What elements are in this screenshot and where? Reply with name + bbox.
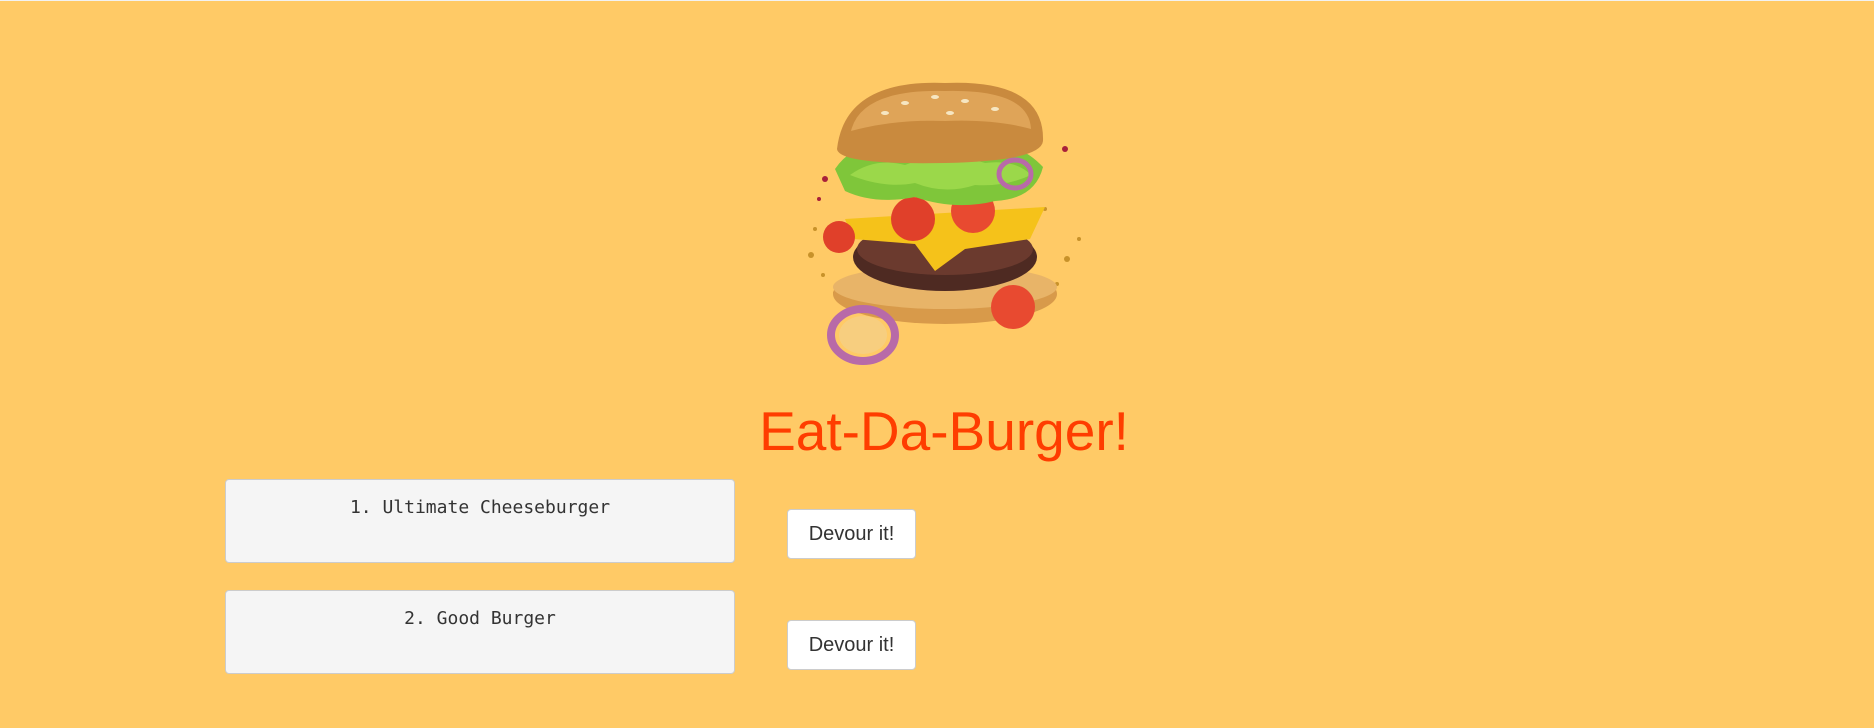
devour-button[interactable]: Devour it!: [787, 620, 916, 670]
page: Eat-Da-Burger! 1. Ultimate Cheeseburger …: [0, 0, 1874, 728]
burger-image: [808, 82, 1081, 365]
burger-row: 2. Good Burger Devour it!: [225, 590, 925, 676]
burger-name: 1. Ultimate Cheeseburger: [225, 479, 735, 563]
burger-name: 2. Good Burger: [225, 590, 735, 674]
devour-button[interactable]: Devour it!: [787, 509, 916, 559]
page-title: Eat-Da-Burger!: [759, 400, 1129, 462]
burger-row: 1. Ultimate Cheeseburger Devour it!: [225, 479, 925, 565]
